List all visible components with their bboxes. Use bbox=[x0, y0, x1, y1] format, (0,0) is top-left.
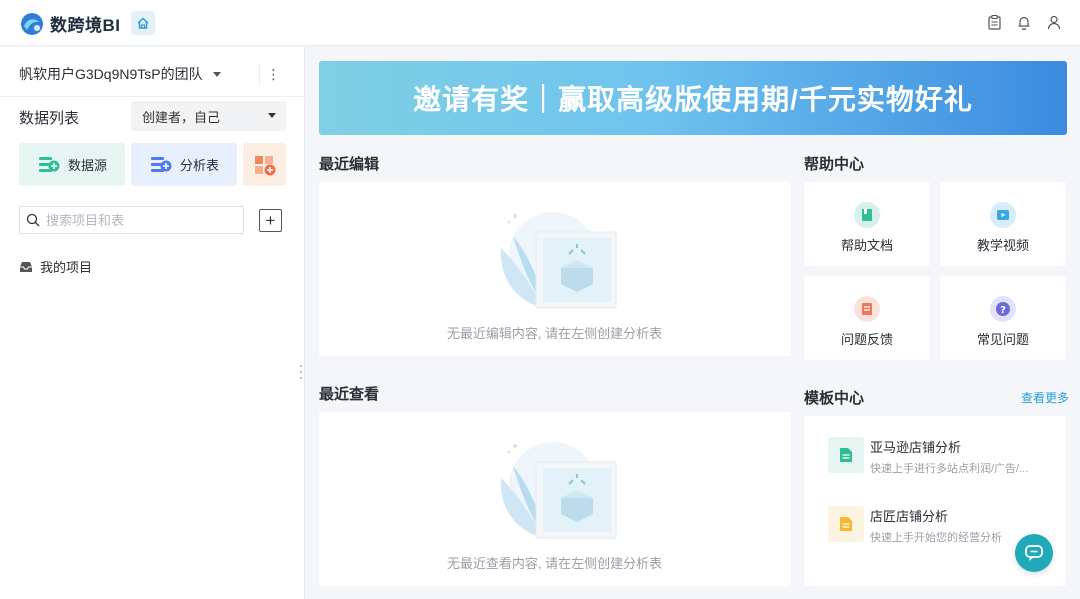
caret-down-icon bbox=[212, 71, 221, 77]
creator-filter-value: 创建者，自己 bbox=[142, 109, 221, 125]
recent-edit-title: 最近编辑 bbox=[319, 156, 380, 173]
help-docs-label: 帮助文档 bbox=[840, 238, 893, 253]
creator-filter-select[interactable]: 创建者，自己 bbox=[131, 101, 286, 131]
question-icon: ? bbox=[990, 296, 1016, 322]
svg-text:?: ? bbox=[1000, 305, 1006, 316]
home-button[interactable] bbox=[131, 11, 155, 35]
create-datasource-button[interactable]: 数据源 bbox=[19, 143, 125, 186]
feedback-card[interactable]: 问题反馈 bbox=[804, 276, 930, 360]
search-box bbox=[19, 206, 244, 234]
analysis-label: 分析表 bbox=[180, 158, 220, 173]
faq-card[interactable]: ? 常见问题 bbox=[940, 276, 1066, 360]
chat-icon bbox=[1025, 545, 1043, 561]
team-name: 帆软用户G3Dq9N9TsP的团队 bbox=[19, 66, 203, 82]
video-play-icon bbox=[990, 202, 1016, 228]
search-input[interactable] bbox=[46, 212, 226, 228]
template-desc: 快速上手进行多站点利润/广告/... bbox=[870, 462, 1029, 475]
template-item[interactable]: 亚马逊店铺分析 快速上手进行多站点利润/广告/... bbox=[828, 437, 1058, 477]
create-analysis-button[interactable]: 分析表 bbox=[131, 143, 237, 186]
template-center-title: 模板中心 bbox=[804, 390, 865, 407]
datasource-add-icon bbox=[39, 156, 60, 172]
document-icon bbox=[828, 506, 864, 542]
empty-state-illustration bbox=[500, 212, 617, 309]
clipboard-icon[interactable] bbox=[986, 13, 1002, 31]
app-logo[interactable]: 数跨境BI bbox=[20, 11, 121, 36]
chat-support-button[interactable] bbox=[1015, 534, 1053, 572]
logo-mark-icon bbox=[21, 12, 43, 35]
promo-banner[interactable]: 邀请有奖｜赢取高级版使用期/千元实物好礼 bbox=[319, 61, 1067, 135]
top-actions bbox=[986, 13, 1062, 31]
recent-edit-empty-text: 无最近编辑内容, 请在左侧创建分析表 bbox=[446, 326, 663, 341]
divider bbox=[0, 96, 305, 97]
empty-state-illustration bbox=[500, 442, 617, 539]
recent-view-panel: 无最近查看内容, 请在左侧创建分析表 bbox=[319, 412, 790, 586]
template-name: 店匠店铺分析 bbox=[870, 508, 949, 524]
template-desc: 快速上手开始您的经营分析 bbox=[870, 531, 1002, 544]
recent-edit-panel: 无最近编辑内容, 请在左侧创建分析表 bbox=[319, 182, 790, 356]
banner-text: 邀请有奖｜赢取高级版使用期/千元实物好礼 bbox=[413, 84, 973, 115]
logo-text: 数跨境BI bbox=[50, 16, 121, 35]
sidebar: 帆软用户G3Dq9N9TsP的团队 ⋮ 数据列表 创建者，自己 数据源 分析表 bbox=[0, 47, 305, 599]
resize-handle[interactable] bbox=[299, 365, 303, 379]
analysis-add-icon bbox=[151, 156, 172, 172]
data-list-title: 数据列表 bbox=[19, 110, 80, 127]
more-vertical-icon[interactable]: ⋮ bbox=[259, 63, 287, 85]
feedback-label: 问题反馈 bbox=[840, 332, 893, 347]
template-name: 亚马逊店铺分析 bbox=[870, 439, 962, 455]
datasource-label: 数据源 bbox=[68, 158, 108, 173]
search-icon bbox=[26, 213, 40, 227]
add-project-button[interactable]: + bbox=[259, 209, 282, 232]
recent-view-empty-text: 无最近查看内容, 请在左侧创建分析表 bbox=[446, 556, 663, 571]
recent-view-title: 最近查看 bbox=[319, 386, 380, 403]
tutorial-video-label: 教学视频 bbox=[976, 238, 1029, 253]
user-icon[interactable] bbox=[1046, 13, 1062, 31]
my-project-label: 我的项目 bbox=[40, 260, 93, 275]
bell-icon[interactable] bbox=[1016, 13, 1032, 31]
book-icon bbox=[854, 202, 880, 228]
tutorial-video-card[interactable]: 教学视频 bbox=[940, 182, 1066, 266]
team-switcher[interactable]: 帆软用户G3Dq9N9TsP的团队 ⋮ bbox=[19, 63, 287, 85]
help-center-title: 帮助中心 bbox=[804, 156, 865, 173]
inbox-icon bbox=[20, 261, 32, 272]
sidebar-item-my-project[interactable]: 我的项目 bbox=[19, 257, 92, 276]
faq-label: 常见问题 bbox=[976, 332, 1029, 347]
home-icon bbox=[137, 17, 149, 29]
help-docs-card[interactable]: 帮助文档 bbox=[804, 182, 930, 266]
dashboard-add-icon bbox=[254, 155, 275, 175]
top-bar: 数跨境BI bbox=[0, 0, 1080, 46]
caret-down-icon bbox=[268, 113, 276, 118]
view-more-link[interactable]: 查看更多 bbox=[1021, 389, 1069, 406]
feedback-form-icon bbox=[854, 296, 880, 322]
create-dashboard-button[interactable] bbox=[243, 143, 286, 186]
document-icon bbox=[828, 437, 864, 473]
